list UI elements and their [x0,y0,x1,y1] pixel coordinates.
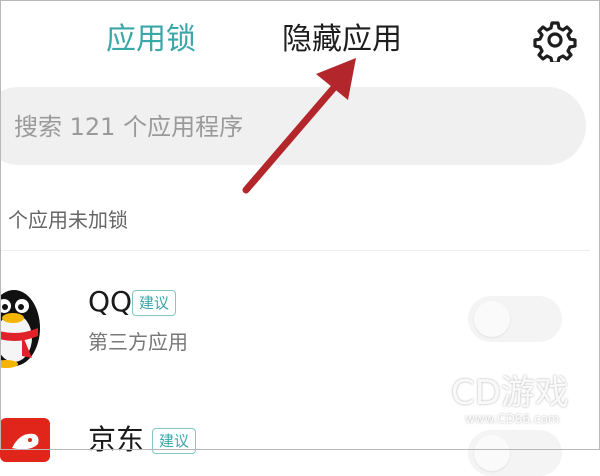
tab-hidden-apps[interactable]: 隐藏应用 [282,20,402,60]
list-item-qq[interactable]: QQ 建议 第三方应用 [0,270,600,380]
app-name: 京东 [88,423,145,456]
section-title: 个应用未加锁 [8,208,128,232]
suggest-badge: 建议 [152,428,197,454]
app-subtitle: 第三方应用 [88,330,188,354]
toggle-knob [474,435,510,471]
lock-toggle-jd[interactable] [468,430,562,476]
qq-penguin-icon [0,290,40,368]
app-name: QQ [88,285,133,318]
list-item-jd[interactable]: 京东 建议 [0,400,600,476]
suggest-badge: 建议 [132,290,177,316]
toggle-knob [474,301,510,337]
tab-app-lock[interactable]: 应用锁 [106,20,196,60]
divider [0,250,590,251]
jd-icon [0,418,50,462]
search-input[interactable] [12,87,536,167]
search-bar [0,87,586,167]
gear-icon[interactable] [533,18,577,62]
lock-toggle-qq[interactable] [468,296,562,342]
